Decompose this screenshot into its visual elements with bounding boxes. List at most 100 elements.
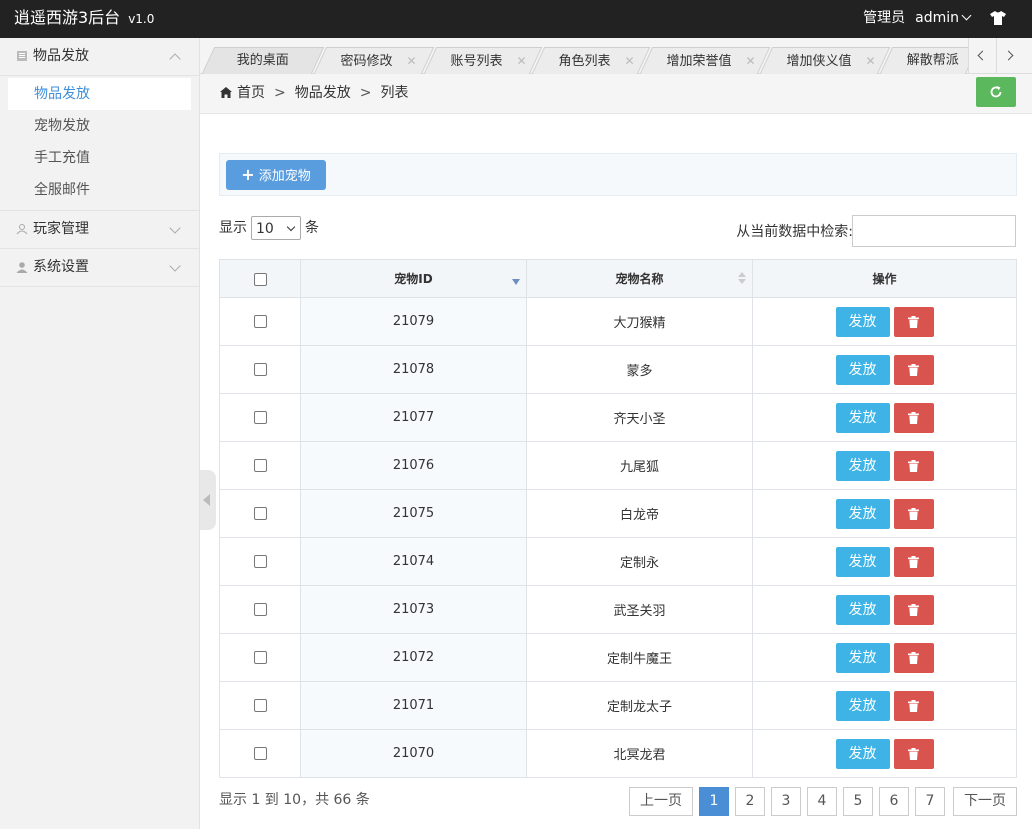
tab-disband-guild[interactable]: 解散帮派	[879, 47, 979, 74]
sidebar-collapse-handle[interactable]	[200, 470, 216, 530]
search-input[interactable]	[852, 215, 1016, 247]
breadcrumb-section[interactable]: 物品发放	[295, 85, 351, 101]
close-icon[interactable]: ✕	[625, 54, 635, 68]
page-button-2[interactable]: 2	[735, 787, 765, 816]
prev-page-button[interactable]: 上一页	[629, 787, 693, 816]
delete-button[interactable]	[893, 306, 934, 337]
page-length-select[interactable]: 10	[251, 216, 301, 240]
row-select-cell	[219, 633, 301, 682]
search-control: 从当前数据中检索:	[716, 215, 1016, 247]
send-button[interactable]: 发放	[835, 690, 890, 721]
page-button-1[interactable]: 1	[699, 787, 729, 816]
table-row: 21077 齐天小圣 发放	[219, 393, 1017, 442]
tab-scroll-left-button[interactable]	[968, 38, 996, 73]
sidebar-item-pet-issue[interactable]: 宠物发放	[8, 110, 191, 142]
pet-id-cell: 21074	[300, 537, 527, 586]
row-checkbox[interactable]	[253, 459, 267, 472]
delete-button[interactable]	[893, 546, 934, 577]
send-button[interactable]: 发放	[835, 498, 890, 529]
table-row: 21071 定制龙太子 发放	[219, 681, 1017, 730]
table-row: 21079 大刀猴精 发放	[219, 297, 1017, 346]
sidebar-group-settings[interactable]: 系统设置	[0, 249, 199, 287]
action-toolbar: + 添加宠物	[219, 153, 1017, 196]
user-menu[interactable]: 管理员 admin	[863, 0, 972, 38]
breadcrumb-home[interactable]: 首页	[237, 85, 265, 101]
delete-button[interactable]	[893, 594, 934, 625]
row-checkbox[interactable]	[253, 651, 267, 664]
column-header-label: 操作	[872, 272, 897, 286]
tab-honor[interactable]: 增加荣誉值 ✕	[639, 47, 771, 74]
row-actions-cell: 发放	[752, 585, 1017, 634]
chevron-up-icon	[169, 53, 181, 65]
column-header-label: 宠物名称	[615, 272, 664, 286]
row-checkbox[interactable]	[253, 699, 267, 712]
table-row: 21075 白龙帝 发放	[219, 489, 1017, 538]
tab-scroll-right-button[interactable]	[996, 38, 1032, 73]
pet-table: 宠物ID 宠物名称 操作 21079 大刀猴精 发放 21078 蒙多 发放 21077 齐天…	[219, 259, 1017, 778]
send-button[interactable]: 发放	[835, 354, 890, 385]
tab-roles[interactable]: 角色列表 ✕	[531, 47, 651, 74]
row-checkbox[interactable]	[253, 747, 267, 760]
tab-chivalry[interactable]: 增加侠义值 ✕	[759, 47, 891, 74]
delete-button[interactable]	[893, 690, 934, 721]
delete-button[interactable]	[893, 354, 934, 385]
row-checkbox[interactable]	[253, 555, 267, 568]
row-checkbox[interactable]	[253, 411, 267, 424]
chevron-down-icon	[169, 260, 181, 272]
sort-icon	[738, 272, 746, 284]
send-button[interactable]: 发放	[835, 594, 890, 625]
page-button-5[interactable]: 5	[843, 787, 873, 816]
send-button[interactable]: 发放	[835, 546, 890, 577]
tab-desktop[interactable]: 我的桌面	[201, 47, 325, 74]
tab-password[interactable]: 密码修改 ✕	[313, 47, 435, 74]
delete-button[interactable]	[893, 642, 934, 673]
next-page-button[interactable]: 下一页	[953, 787, 1017, 816]
page-button-6[interactable]: 6	[879, 787, 909, 816]
send-button[interactable]: 发放	[835, 306, 890, 337]
column-header-name[interactable]: 宠物名称	[526, 259, 753, 298]
table-row: 21072 定制牛魔王 发放	[219, 633, 1017, 682]
send-button[interactable]: 发放	[835, 642, 890, 673]
refresh-icon	[990, 86, 1002, 98]
sidebar-item-manual-recharge[interactable]: 手工充值	[8, 142, 191, 174]
column-header-id[interactable]: 宠物ID	[300, 259, 527, 298]
shirt-icon[interactable]	[990, 11, 1006, 25]
page-button-3[interactable]: 3	[771, 787, 801, 816]
sidebar-item-server-mail[interactable]: 全服邮件	[8, 174, 191, 206]
pet-id-cell: 21071	[300, 681, 527, 730]
send-button[interactable]: 发放	[835, 402, 890, 433]
tab-accounts[interactable]: 账号列表 ✕	[423, 47, 543, 74]
pet-id-cell: 21078	[300, 345, 527, 394]
select-all-checkbox[interactable]	[253, 272, 267, 286]
page-button-7[interactable]: 7	[915, 787, 945, 816]
row-checkbox[interactable]	[253, 507, 267, 520]
page-length-control: 显示 10 条	[219, 216, 319, 242]
sidebar-group-players[interactable]: 玩家管理	[0, 211, 199, 249]
page-button-4[interactable]: 4	[807, 787, 837, 816]
row-select-cell	[219, 537, 301, 586]
sidebar-group-items[interactable]: 物品发放	[0, 38, 199, 76]
tab-label: 解散帮派	[906, 53, 959, 68]
pet-id-cell: 21075	[300, 489, 527, 538]
column-header-ops: 操作	[752, 259, 1017, 298]
send-button[interactable]: 发放	[835, 738, 890, 769]
row-checkbox[interactable]	[253, 363, 267, 376]
close-icon[interactable]: ✕	[407, 54, 417, 68]
row-checkbox[interactable]	[253, 315, 267, 328]
row-select-cell	[219, 441, 301, 490]
delete-button[interactable]	[893, 498, 934, 529]
delete-button[interactable]	[893, 450, 934, 481]
close-icon[interactable]: ✕	[866, 54, 876, 68]
refresh-button[interactable]	[976, 77, 1016, 107]
row-select-cell	[219, 681, 301, 730]
send-button[interactable]: 发放	[835, 450, 890, 481]
close-icon[interactable]: ✕	[517, 54, 527, 68]
delete-button[interactable]	[893, 402, 934, 433]
close-icon[interactable]: ✕	[746, 54, 756, 68]
pet-name-cell: 定制龙太子	[526, 681, 753, 730]
add-pet-button[interactable]: + 添加宠物	[226, 160, 326, 190]
delete-button[interactable]	[893, 738, 934, 769]
column-header-label: 宠物ID	[394, 272, 433, 286]
sidebar-item-item-issue[interactable]: 物品发放	[8, 78, 191, 110]
row-checkbox[interactable]	[253, 603, 267, 616]
